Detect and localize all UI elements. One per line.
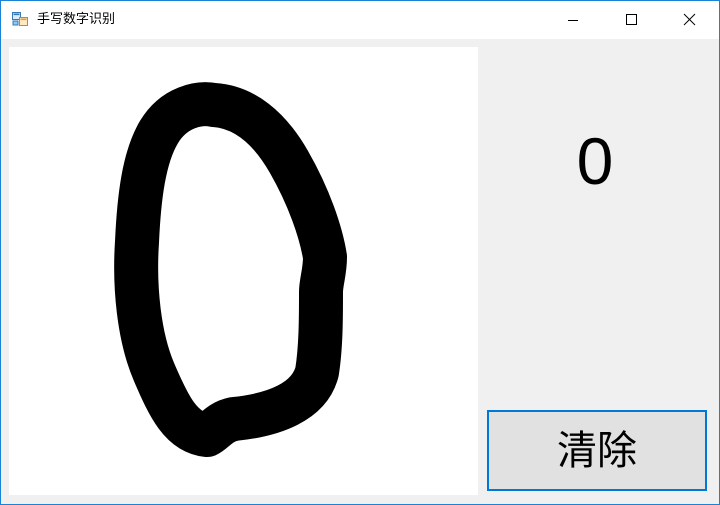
app-icon	[12, 11, 28, 27]
handwritten-stroke	[114, 82, 347, 457]
maximize-button[interactable]	[602, 1, 660, 39]
minimize-icon	[568, 20, 578, 21]
drawing-canvas[interactable]	[9, 47, 478, 495]
app-window: 手写数字识别 0 清除	[0, 0, 720, 505]
maximize-icon	[626, 14, 637, 25]
clear-button[interactable]: 清除	[487, 410, 707, 491]
minimize-button[interactable]	[544, 1, 602, 39]
title-bar[interactable]: 手写数字识别	[1, 1, 719, 39]
close-button[interactable]	[660, 1, 718, 39]
close-icon	[683, 13, 696, 26]
prediction-result: 0	[576, 124, 614, 198]
window-title: 手写数字识别	[37, 12, 116, 27]
